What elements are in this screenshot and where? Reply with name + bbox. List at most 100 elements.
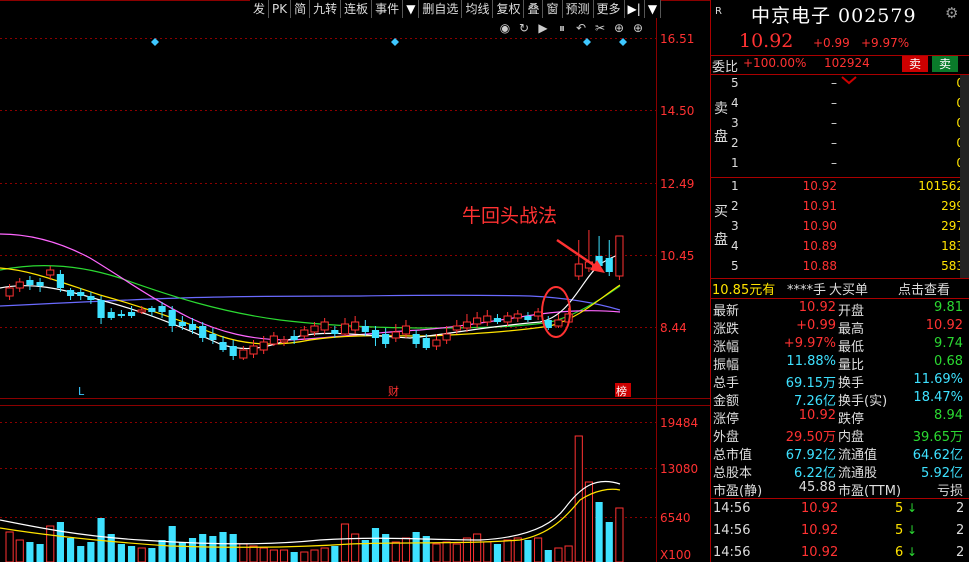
play-icon[interactable]: ▶: [536, 21, 550, 35]
volume-bar: [199, 534, 207, 562]
toolbar-item[interactable]: 复权: [493, 0, 525, 18]
event-markers[interactable]: [151, 38, 627, 46]
candle-body: [249, 345, 258, 355]
toolbar-item[interactable]: 九转: [310, 0, 342, 18]
big-order-row[interactable]: 10.85元有 ****手 大买单 点击查看: [711, 279, 969, 299]
add-icon[interactable]: ⊕: [631, 21, 645, 35]
candle-body: [107, 312, 115, 318]
stat-label: 最新: [713, 304, 740, 319]
candle-body: [300, 329, 309, 337]
stat-label: 内盘: [838, 430, 865, 445]
volume-bars-group: [5, 435, 624, 562]
marker-cai: 财: [388, 384, 399, 398]
stat-row: 总手 69.15万 换手 11.69%: [711, 372, 969, 391]
buy-button[interactable]: 卖: [932, 56, 958, 72]
toolbar-item[interactable]: 事件: [372, 0, 404, 18]
stat-label: 涨跌: [713, 322, 740, 337]
volume-bar: [483, 541, 492, 562]
buy-level-row[interactable]: 2 10.91 299: [711, 199, 969, 219]
buy-level-row[interactable]: 4 10.89 183: [711, 239, 969, 259]
buy-level-row[interactable]: 1 10.92 101562: [711, 179, 969, 199]
stat-row: 最新 10.92 开盘 9.81: [711, 300, 969, 319]
level-volume: 0: [861, 156, 964, 170]
volume-bar: [127, 546, 136, 562]
toolbar-item[interactable]: PK: [269, 0, 292, 18]
gear-icon[interactable]: ⚙: [945, 4, 958, 22]
candle-body: [56, 274, 64, 288]
level-price: 10.90: [802, 219, 837, 233]
level-price: –: [831, 136, 837, 150]
toolbar-item[interactable]: 连板: [341, 0, 373, 18]
price-tick-label: 14.50: [660, 104, 694, 118]
volume-bar: [5, 531, 14, 562]
candle-body: [26, 280, 34, 285]
sell-level-row[interactable]: 3 – 0: [711, 116, 969, 136]
volume-bar: [269, 549, 278, 562]
volume-bar: [300, 551, 309, 562]
last-price: 10.92: [739, 30, 794, 52]
toolbar-item[interactable]: 简: [291, 0, 311, 18]
volume-bar: [544, 550, 552, 562]
toolbar-item[interactable]: 窗: [543, 0, 563, 18]
stat-value: 8.94: [934, 408, 963, 423]
marker-bang: 榜: [616, 384, 627, 398]
candle-body: [117, 314, 125, 316]
toolbar-item[interactable]: 叠: [524, 0, 544, 18]
toolbar-item[interactable]: ▼: [645, 0, 662, 18]
candle-body: [199, 326, 207, 338]
refresh-icon[interactable]: ↻: [517, 21, 531, 35]
stat-value: 69.15万: [785, 376, 836, 391]
level-price: –: [831, 96, 837, 110]
volume-bar: [168, 526, 176, 562]
scissors-icon[interactable]: ✂: [593, 21, 607, 35]
toolbar-item[interactable]: 均线: [462, 0, 494, 18]
toolbar-item[interactable]: ▼: [403, 0, 420, 18]
volume-bar: [331, 546, 339, 562]
toolbar-item[interactable]: 删自选: [419, 0, 463, 18]
level-volume: 101562: [918, 179, 964, 193]
chart-grid: [0, 0, 710, 562]
volume-bar: [462, 537, 472, 562]
tick-count: 2: [956, 523, 965, 538]
big-order-link[interactable]: 点击查看: [898, 279, 950, 298]
toolbar-item[interactable]: ▶|: [625, 0, 645, 18]
volume-bar: [188, 538, 197, 562]
eye-icon[interactable]: ◉: [498, 21, 512, 35]
buy-level-row[interactable]: 3 10.90 297: [711, 219, 969, 239]
level-number: 3: [731, 116, 739, 130]
stock-title: 中京电子 002579: [751, 5, 917, 27]
stat-value: 6.22亿: [794, 466, 836, 481]
sell-level-row[interactable]: 5 – 0: [711, 76, 969, 96]
volume-bar: [452, 543, 461, 562]
toolbar-item[interactable]: 更多: [594, 0, 625, 18]
stat-label: 流通值: [838, 448, 878, 463]
candle-body: [239, 349, 248, 359]
stat-label: 总手: [713, 376, 740, 391]
stat-value: 0.68: [934, 354, 963, 369]
sell-button[interactable]: 卖: [902, 56, 928, 72]
stat-value: 10.92: [925, 318, 963, 333]
stat-row: 涨幅 +9.97% 最低 9.74: [711, 336, 969, 355]
toolbar-item[interactable]: 预测: [563, 0, 594, 18]
tick-time: 14:56: [713, 523, 751, 538]
level-price: 10.88: [802, 259, 837, 273]
moving-averages: [0, 233, 621, 350]
level-volume: 297: [941, 219, 964, 233]
stat-label: 振幅: [713, 358, 740, 373]
kline-chart[interactable]: 16.51 14.50 12.49 10.45 8.44 19484 13080…: [0, 0, 710, 562]
undo-icon[interactable]: ↶: [574, 21, 588, 35]
toolbar-item[interactable]: 发: [250, 0, 270, 18]
candle-body: [148, 308, 156, 312]
sell-level-row[interactable]: 1 – 0: [711, 156, 969, 176]
sell-level-row[interactable]: 2 – 0: [711, 136, 969, 156]
pause-icon[interactable]: ⏸: [555, 21, 569, 35]
event-diamond-icon: [619, 38, 627, 46]
buy-level-row[interactable]: 5 10.88 583: [711, 259, 969, 279]
zoom-in-icon[interactable]: ⊕: [612, 21, 626, 35]
book-scrollbar[interactable]: [960, 75, 969, 278]
volume-bar: [66, 538, 75, 562]
stat-label: 最低: [838, 340, 865, 355]
kline-chart-area[interactable]: 16.51 14.50 12.49 10.45 8.44 19484 13080…: [0, 0, 710, 562]
sell-level-row[interactable]: 4 – 0: [711, 96, 969, 116]
stat-value: 7.26亿: [794, 394, 836, 409]
